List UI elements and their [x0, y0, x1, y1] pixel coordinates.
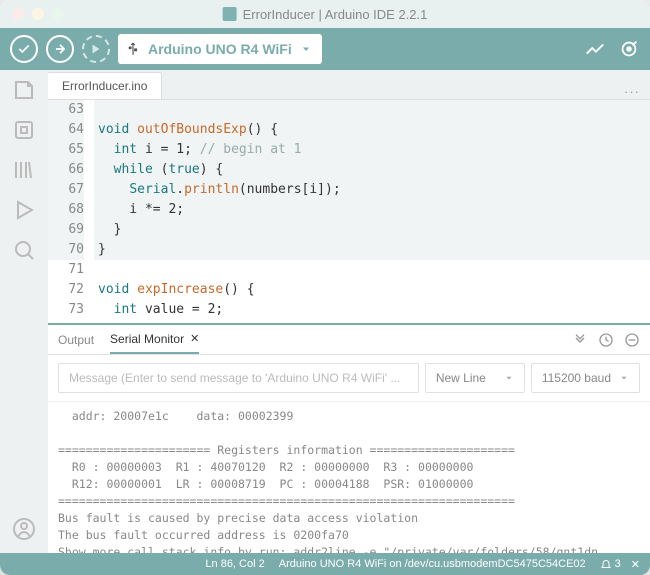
scroll-down-icon[interactable]	[572, 332, 588, 348]
search-icon[interactable]	[12, 238, 36, 262]
verify-button[interactable]	[10, 35, 38, 63]
close-panel-button[interactable]: ✕	[631, 558, 640, 571]
serial-monitor-icon[interactable]	[618, 38, 640, 60]
title-text: ErrorInducer | Arduino IDE 2.2.1	[243, 7, 428, 22]
editor-area: ErrorInducer.ino ··· 6364656667686970717…	[48, 70, 650, 553]
bell-icon	[600, 558, 612, 570]
tab-overflow-button[interactable]: ···	[624, 84, 640, 99]
serial-plotter-icon[interactable]	[584, 38, 606, 60]
chevron-down-icon	[504, 373, 514, 383]
account-icon[interactable]	[12, 517, 36, 541]
window-title: ErrorInducer | Arduino IDE 2.2.1	[223, 7, 428, 22]
ide-window: ErrorInducer | Arduino IDE 2.2.1 Arduino…	[0, 0, 650, 575]
line-ending-select[interactable]: New Line	[425, 363, 525, 393]
main-area: ErrorInducer.ino ··· 6364656667686970717…	[0, 70, 650, 553]
close-window-button[interactable]	[12, 8, 24, 20]
board-selector[interactable]: Arduino UNO R4 WiFi	[118, 34, 322, 64]
serial-message-input[interactable]: Message (Enter to send message to 'Ardui…	[58, 363, 419, 393]
baud-rate-select[interactable]: 115200 baud	[531, 363, 640, 393]
notifications-button[interactable]: 3	[600, 558, 621, 570]
toolbar: Arduino UNO R4 WiFi	[0, 28, 650, 70]
usb-icon	[126, 42, 140, 56]
close-icon[interactable]: ✕	[190, 332, 199, 345]
port-info[interactable]: Arduino UNO R4 WiFi on /dev/cu.usbmodemD…	[279, 558, 586, 570]
serial-monitor-tab[interactable]: Serial Monitor ✕	[110, 326, 199, 354]
output-tab[interactable]: Output	[58, 327, 94, 353]
file-tab[interactable]: ErrorInducer.ino	[48, 72, 162, 99]
titlebar: ErrorInducer | Arduino IDE 2.2.1	[0, 0, 650, 28]
panel-tabs: Output Serial Monitor ✕	[48, 325, 650, 355]
clock-icon[interactable]	[598, 332, 614, 348]
play-icon	[90, 43, 102, 55]
status-bar: Ln 86, Col 2 Arduino UNO R4 WiFi on /dev…	[0, 553, 650, 575]
maximize-window-button[interactable]	[52, 8, 64, 20]
arrow-right-icon	[53, 42, 67, 56]
chevron-down-icon	[619, 373, 629, 383]
check-icon	[17, 42, 31, 56]
window-controls	[12, 8, 64, 20]
bottom-panel: Output Serial Monitor ✕ Message (Enter t…	[48, 323, 650, 553]
debug-icon[interactable]	[12, 198, 36, 222]
cursor-position[interactable]: Ln 86, Col 2	[205, 558, 264, 570]
line-gutter: 63646566676869707172737475	[48, 100, 94, 323]
code-lines: void outOfBoundsExp() { int i = 1; // be…	[94, 100, 650, 323]
debug-button[interactable]	[82, 35, 110, 63]
board-name: Arduino UNO R4 WiFi	[148, 41, 292, 57]
serial-output[interactable]: addr: 20007e1c data: 00002399 ==========…	[48, 402, 650, 553]
minimize-window-button[interactable]	[32, 8, 44, 20]
serial-input-bar: Message (Enter to send message to 'Ardui…	[48, 355, 650, 402]
code-editor[interactable]: 63646566676869707172737475 void outOfBou…	[48, 100, 650, 323]
notification-count: 3	[615, 558, 621, 570]
clear-icon[interactable]	[624, 332, 640, 348]
editor-tabs: ErrorInducer.ino ···	[48, 70, 650, 100]
upload-button[interactable]	[46, 35, 74, 63]
arduino-logo-icon	[223, 7, 237, 21]
sketchbook-icon[interactable]	[12, 78, 36, 102]
chevron-down-icon	[300, 43, 312, 55]
activity-bar	[0, 70, 48, 553]
boards-manager-icon[interactable]	[12, 118, 36, 142]
library-manager-icon[interactable]	[12, 158, 36, 182]
